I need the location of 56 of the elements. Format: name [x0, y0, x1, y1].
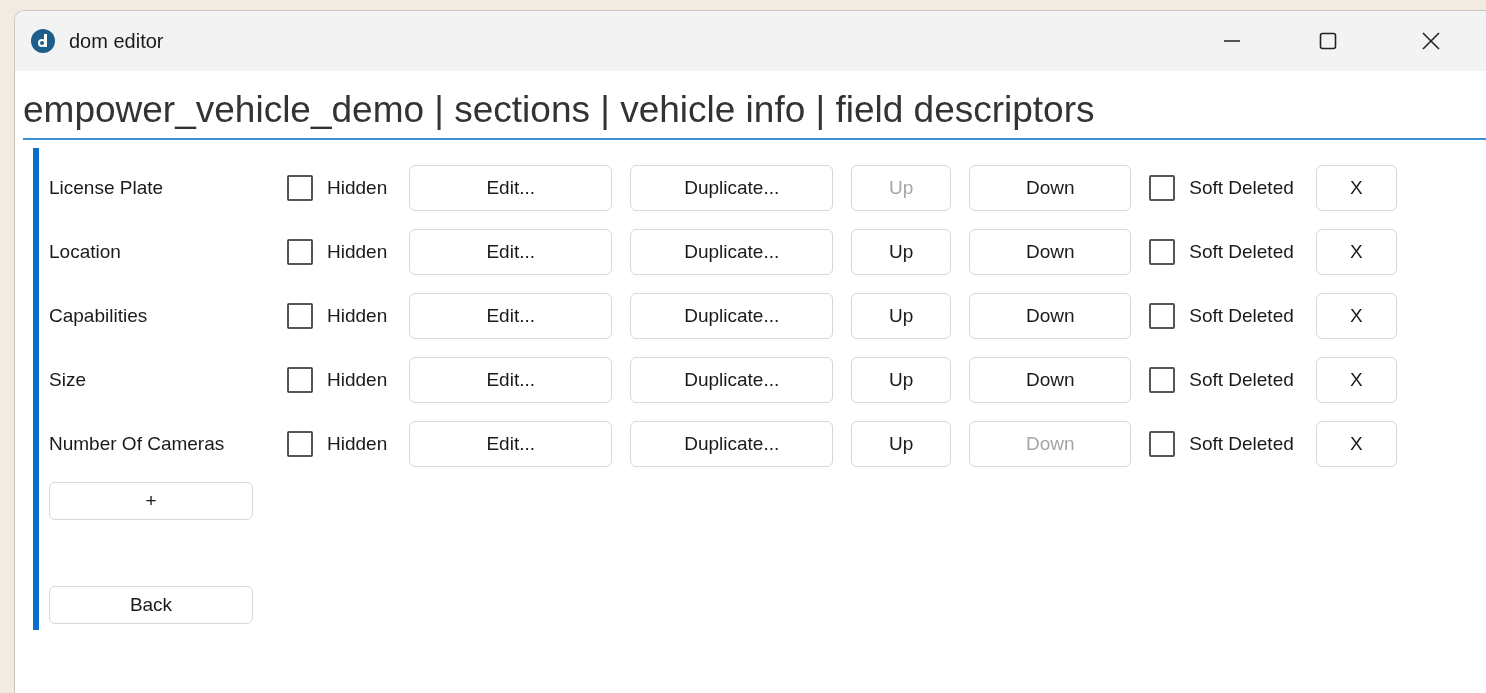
delete-button[interactable]: X: [1315, 164, 1397, 211]
delete-button[interactable]: X: [1315, 228, 1397, 275]
checkbox[interactable]: [287, 302, 313, 329]
maximize-icon: [1318, 31, 1338, 51]
delete-button[interactable]: X: [1315, 292, 1397, 339]
soft-deleted-label[interactable]: Soft Deleted: [1189, 240, 1294, 263]
up-button[interactable]: Up: [851, 228, 952, 275]
down-button[interactable]: Down: [969, 292, 1132, 339]
checkbox[interactable]: [287, 366, 313, 393]
soft-deleted-label[interactable]: Soft Deleted: [1189, 432, 1294, 455]
hidden-label[interactable]: Hidden: [327, 176, 388, 199]
window-title: dom editor: [69, 29, 164, 53]
hidden-label[interactable]: Hidden: [327, 368, 388, 391]
duplicate-button[interactable]: Duplicate...: [630, 292, 834, 339]
edit-button[interactable]: Edit...: [409, 356, 613, 403]
breadcrumb-heading: empower_vehicle_demo | sections | vehicle info | field descriptors: [23, 71, 1486, 140]
field-name: Capabilities: [49, 304, 149, 327]
checkbox[interactable]: [1149, 302, 1176, 329]
hidden-label[interactable]: Hidden: [327, 432, 388, 455]
duplicate-button[interactable]: Duplicate...: [630, 164, 834, 211]
checkbox[interactable]: [1149, 366, 1176, 393]
checkbox[interactable]: [1149, 430, 1176, 457]
up-button[interactable]: Up: [851, 356, 952, 403]
edit-button[interactable]: Edit...: [409, 420, 613, 467]
delete-button[interactable]: X: [1315, 356, 1397, 403]
field-name: License Plate: [49, 176, 165, 199]
duplicate-button[interactable]: Duplicate...: [630, 228, 834, 275]
field-name: Size: [49, 368, 87, 391]
app-logo-icon: [31, 29, 55, 53]
back-button[interactable]: Back: [49, 585, 253, 624]
soft-deleted-label[interactable]: Soft Deleted: [1189, 368, 1294, 391]
edit-button[interactable]: Edit...: [409, 228, 613, 275]
up-button[interactable]: Up: [851, 292, 952, 339]
edit-button[interactable]: Edit...: [409, 292, 613, 339]
checkbox[interactable]: [287, 238, 313, 265]
checkbox[interactable]: [287, 174, 313, 201]
checkbox[interactable]: [1149, 174, 1176, 201]
down-button[interactable]: Down: [969, 228, 1132, 275]
hidden-label[interactable]: Hidden: [327, 304, 388, 327]
field-name: Number Of Cameras: [49, 432, 226, 455]
checkbox[interactable]: [1149, 238, 1176, 265]
field-name: Location: [49, 240, 122, 263]
close-icon: [1421, 31, 1441, 51]
down-button[interactable]: Down: [969, 356, 1132, 403]
minimize-icon: [1223, 40, 1241, 42]
hidden-label[interactable]: Hidden: [327, 240, 388, 263]
soft-deleted-label[interactable]: Soft Deleted: [1189, 304, 1294, 327]
checkbox[interactable]: [287, 430, 313, 457]
duplicate-button[interactable]: Duplicate...: [630, 420, 834, 467]
add-button[interactable]: +: [49, 481, 253, 520]
down-button[interactable]: Down: [969, 164, 1132, 211]
edit-button[interactable]: Edit...: [409, 164, 613, 211]
duplicate-button[interactable]: Duplicate...: [630, 356, 834, 403]
delete-button[interactable]: X: [1315, 420, 1397, 467]
soft-deleted-label[interactable]: Soft Deleted: [1189, 176, 1294, 199]
up-button[interactable]: Up: [851, 420, 952, 467]
